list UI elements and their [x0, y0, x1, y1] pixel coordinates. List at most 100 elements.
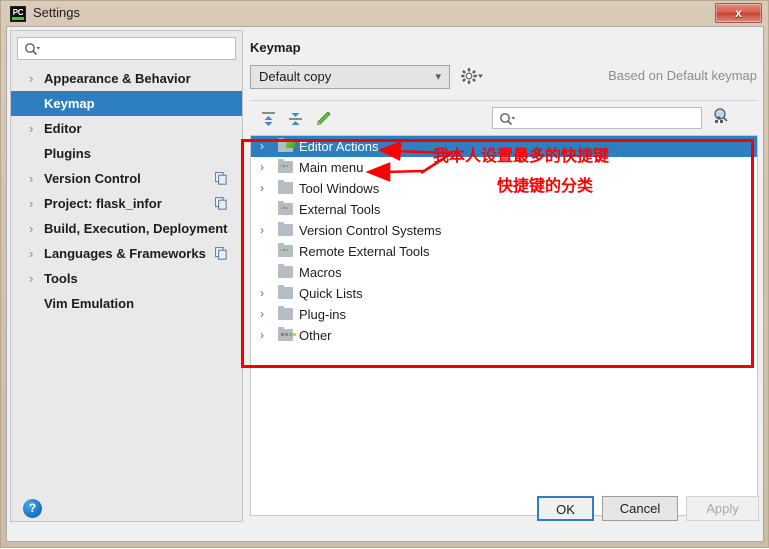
pycharm-icon: PC [10, 6, 26, 22]
sidebar-item-label: Project: flask_infor [44, 196, 162, 211]
title-bar: PC Settings x [1, 1, 768, 26]
keymap-panel: Keymap Default copy ▾ Based on Default k… [247, 30, 761, 522]
tree-row-label: Editor Actions [299, 139, 379, 154]
dialog-body: › Appearance & Behavior Keymap › Editor Plugi… [6, 26, 764, 542]
shortcut-filter-input[interactable] [492, 107, 702, 129]
tree-row-label: External Tools [299, 202, 381, 217]
chevron-right-icon[interactable]: › [29, 116, 39, 141]
chevron-right-icon[interactable]: › [29, 191, 39, 216]
folder-icon [278, 306, 294, 321]
chevron-right-icon[interactable]: › [29, 216, 39, 241]
tree-row-label: Main menu [299, 160, 364, 175]
copy-icon[interactable] [215, 172, 227, 185]
sidebar-nav-list: › Appearance & Behavior Keymap › Editor Plugi… [11, 66, 242, 521]
based-on-label: Based on Default keymap [608, 68, 757, 83]
chevron-right-icon[interactable]: › [260, 220, 270, 241]
chevron-right-icon[interactable]: › [29, 241, 39, 266]
tree-row-macros[interactable]: Macros [251, 262, 757, 283]
chevron-right-icon[interactable]: › [29, 66, 39, 91]
collapse-all-icon [289, 113, 302, 125]
sidebar-item-label: Build, Execution, Deployment [44, 221, 228, 236]
folder-icon [278, 180, 294, 195]
settings-sidebar: › Appearance & Behavior Keymap › Editor Plugi… [10, 30, 243, 522]
copy-icon[interactable] [215, 197, 227, 210]
edit-shortcut-icon [316, 111, 331, 126]
keymap-settings-gear-button[interactable] [459, 66, 487, 86]
window-title: Settings [33, 5, 80, 20]
edit-shortcut-button[interactable] [312, 108, 334, 130]
cancel-button[interactable]: Cancel [602, 496, 678, 521]
sidebar-item-editor[interactable]: › Editor [11, 116, 242, 141]
sidebar-item-keymap[interactable]: Keymap [11, 91, 242, 116]
folder-dots-icon [278, 159, 294, 174]
tree-row-label: Plug-ins [299, 307, 346, 322]
page-title: Keymap [250, 40, 301, 55]
sidebar-item-project-flask-infor[interactable]: › Project: flask_infor [11, 191, 242, 216]
sidebar-item-label: Vim Emulation [44, 296, 135, 311]
search-icon [500, 113, 515, 126]
tree-row-label: Version Control Systems [299, 223, 442, 238]
sidebar-search-input[interactable] [17, 37, 236, 60]
annotation-note-top: 我本人设置最多的快捷键 [433, 146, 610, 165]
help-icon[interactable]: ? [23, 499, 42, 518]
tree-row-label: Remote External Tools [299, 244, 430, 259]
sidebar-item-label: Languages & Frameworks [44, 246, 206, 261]
sidebar-item-label: Editor [44, 121, 82, 136]
folder-dots-icon [278, 201, 294, 216]
collapse-all-button[interactable] [285, 108, 307, 130]
expand-all-button[interactable] [258, 108, 280, 130]
dialog-footer: ? OK Cancel Apply [7, 489, 763, 541]
tree-row-quick-lists[interactable]: › Quick Lists [251, 283, 757, 304]
sidebar-item-plugins[interactable]: Plugins [11, 141, 242, 166]
sidebar-item-label: Version Control [44, 171, 141, 186]
sidebar-item-vim-emulation[interactable]: Vim Emulation [11, 291, 242, 316]
folder-pencil-icon [278, 138, 295, 153]
gear-icon [461, 68, 483, 84]
search-icon [25, 43, 40, 56]
tree-row-other[interactable]: › Other [251, 325, 757, 346]
sidebar-item-version-control[interactable]: › Version Control [11, 166, 242, 191]
tree-row-label: Macros [299, 265, 342, 280]
close-button[interactable]: x [715, 3, 762, 23]
ok-button[interactable]: OK [537, 496, 594, 521]
copy-icon[interactable] [215, 247, 227, 260]
sidebar-item-build-execution-deployment[interactable]: › Build, Execution, Deployment [11, 216, 242, 241]
sidebar-item-label: Tools [44, 271, 78, 286]
tree-row-remote-external-tools[interactable]: Remote External Tools [251, 241, 757, 262]
panel-divider [250, 100, 757, 101]
tree-row-plug-ins[interactable]: › Plug-ins [251, 304, 757, 325]
annotation-note-bottom: 快捷键的分类 [497, 176, 594, 195]
chevron-right-icon[interactable]: › [260, 283, 270, 304]
tree-row-label: Other [299, 328, 332, 343]
tree-row-label: Tool Windows [299, 181, 380, 196]
sidebar-item-label: Appearance & Behavior [44, 71, 191, 86]
keymap-select-value: Default copy [259, 69, 332, 84]
sidebar-item-languages-frameworks[interactable]: › Languages & Frameworks [11, 241, 242, 266]
settings-window: PC Settings x › Appearance & Behavior Keym… [0, 0, 769, 548]
app-icon-text: PC [12, 8, 24, 17]
chevron-right-icon[interactable]: › [260, 325, 270, 346]
find-by-shortcut-icon [714, 108, 728, 123]
chevron-right-icon[interactable]: › [260, 157, 270, 178]
folder-dots-icon [278, 243, 294, 258]
tree-row-external-tools[interactable]: External Tools [251, 199, 757, 220]
apply-button: Apply [686, 496, 759, 521]
sidebar-item-label: Plugins [44, 146, 91, 161]
sidebar-item-tools[interactable]: › Tools [11, 266, 242, 291]
find-by-shortcut-button[interactable] [710, 106, 732, 128]
chevron-right-icon[interactable]: › [260, 136, 270, 157]
sidebar-item-label: Keymap [44, 96, 95, 111]
chevron-down-icon: ▾ [435, 71, 441, 83]
tree-row-label: Quick Lists [299, 286, 363, 301]
app-icon-accent [12, 17, 24, 20]
folder-squares-icon [278, 327, 296, 342]
chevron-right-icon[interactable]: › [29, 166, 39, 191]
chevron-right-icon[interactable]: › [260, 178, 270, 199]
tree-row-version-control-systems[interactable]: › Version Control Systems [251, 220, 757, 241]
chevron-right-icon[interactable]: › [29, 266, 39, 291]
keymap-select[interactable]: Default copy ▾ [250, 65, 450, 89]
folder-icon [278, 222, 294, 237]
chevron-right-icon[interactable]: › [260, 304, 270, 325]
expand-all-icon [262, 112, 275, 126]
sidebar-item-appearance-behavior[interactable]: › Appearance & Behavior [11, 66, 242, 91]
